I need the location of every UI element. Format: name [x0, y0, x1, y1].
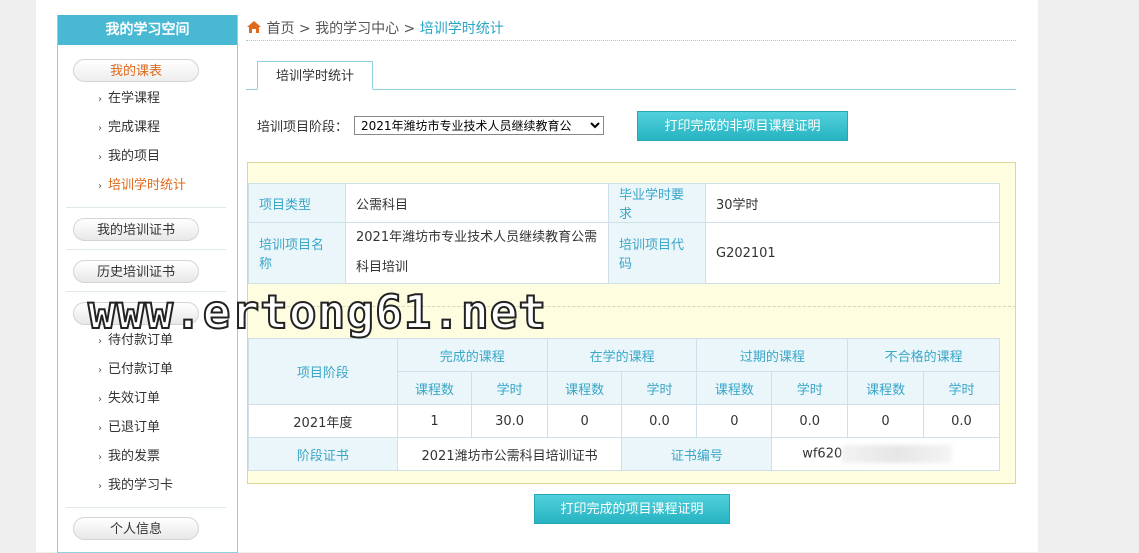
table-cell: 0.0: [771, 404, 849, 438]
sidebar-item-paid[interactable]: › 已付款订单: [98, 361, 173, 380]
table-cell: 1: [396, 404, 473, 438]
sidebar-item-projects[interactable]: › 我的项目: [98, 148, 160, 167]
sub-count: 课程数: [396, 371, 473, 405]
sidebar-item-study-card[interactable]: › 我的学习卡: [98, 477, 173, 496]
table-cell: 0: [847, 404, 924, 438]
cert-no-label: 证书编号: [621, 437, 773, 471]
stats-table: 项目阶段 完成的课程 在学的课程 过期的课程 不合格的课程 课程数 学时 课程数…: [248, 338, 1001, 471]
project-code-label: 培训项目代码: [608, 222, 706, 284]
group-failed: 不合格的课程: [847, 338, 1000, 372]
sidebar-title: 我的学习空间: [58, 15, 237, 45]
sidebar-section-history[interactable]: 历史培训证书: [73, 260, 199, 283]
sidebar-divider: [66, 507, 226, 508]
table-cell: 0: [696, 404, 773, 438]
required-hours-label: 毕业学时要求: [608, 183, 706, 223]
sub-count: 课程数: [847, 371, 924, 405]
table-cell: 30.0: [471, 404, 548, 438]
stage-label: 培训项目阶段：: [257, 120, 349, 135]
table-cell: 0.0: [922, 404, 1001, 438]
breadcrumb-home[interactable]: 首页: [266, 21, 294, 37]
chevron-right-icon: ›: [98, 423, 102, 434]
sidebar-item-refunded[interactable]: › 已退订单: [98, 419, 160, 438]
sidebar: 我的学习空间 我的课表 › 在学课程 › 完成课程 › 我的项目 › 培训学时统计 我的…: [57, 15, 238, 553]
sub-count: 课程数: [546, 371, 623, 405]
cert-no-value: wf620: [802, 446, 843, 462]
group-studying: 在学的课程: [546, 338, 698, 372]
project-code-value: G202101: [705, 222, 1000, 284]
print-non-project-button[interactable]: 打印完成的非项目课程证明: [637, 111, 848, 141]
breadcrumb-current: 培训学时统计: [419, 21, 504, 37]
sidebar-item-invoice[interactable]: › 我的发票: [98, 448, 160, 467]
home-icon: [247, 21, 261, 33]
project-name-label: 培训项目名称: [248, 222, 346, 284]
cert-label: 阶段证书: [248, 437, 398, 471]
table-row: 2021年度 1 30.0 0 0.0 0 0.0 0 0.0: [248, 404, 1001, 438]
sidebar-section-personal[interactable]: 个人信息: [73, 517, 199, 540]
project-info-table: 项目类型 公需科目 毕业学时要求 30学时 培训项目名称 2021年潍坊市专业技…: [248, 183, 1000, 284]
chevron-right-icon: ›: [98, 94, 102, 105]
page: 我的学习空间 我的课表 › 在学课程 › 完成课程 › 我的项目 › 培训学时统计 我的…: [36, 0, 1038, 553]
chevron-right-icon: ›: [98, 365, 102, 376]
redacted-blur: [842, 445, 953, 463]
project-type-label: 项目类型: [248, 183, 346, 223]
sidebar-section-cert[interactable]: 我的培训证书: [73, 218, 199, 241]
chevron-right-icon: ›: [98, 481, 102, 492]
table-cell: 0: [546, 404, 623, 438]
sidebar-item-studying[interactable]: › 在学课程: [98, 90, 160, 109]
sidebar-section-schedule[interactable]: 我的课表: [73, 59, 199, 82]
group-expired: 过期的课程: [696, 338, 849, 372]
sub-hours: 学时: [621, 371, 698, 405]
sub-hours: 学时: [922, 371, 1001, 405]
table-cell: 0.0: [621, 404, 698, 438]
sidebar-item-invalid[interactable]: › 失效订单: [98, 390, 160, 409]
watermark-text: www.ertong61.net: [87, 284, 548, 340]
chevron-right-icon: ›: [98, 152, 102, 163]
breadcrumb: 首页 > 我的学习中心 > 培训学时统计: [246, 18, 1016, 41]
sidebar-item-completed[interactable]: › 完成课程: [98, 119, 160, 138]
stage-header: 项目阶段: [248, 338, 398, 405]
cert-value: 2021潍坊市公需科目培训证书: [396, 437, 623, 471]
chevron-right-icon: ›: [98, 394, 102, 405]
tab-hours-stats[interactable]: 培训学时统计: [257, 61, 373, 90]
chevron-right-icon: ›: [98, 181, 102, 192]
chevron-right-icon: ›: [98, 452, 102, 463]
sub-hours: 学时: [771, 371, 849, 405]
group-completed: 完成的课程: [396, 338, 548, 372]
breadcrumb-sep: >: [298, 21, 311, 37]
required-hours-value: 30学时: [705, 183, 1000, 223]
stage-value: 2021年度: [248, 404, 398, 438]
stage-select[interactable]: 2021年潍坊市专业技术人员继续教育公: [354, 116, 604, 135]
cert-no-cell: wf620: [771, 437, 1000, 471]
sub-count: 课程数: [696, 371, 773, 405]
project-name-value: 2021年潍坊市专业技术人员继续教育公需科目培训: [345, 222, 609, 284]
sidebar-divider: [66, 207, 226, 208]
project-type-value: 公需科目: [345, 183, 609, 223]
sub-hours: 学时: [471, 371, 548, 405]
breadcrumb-learning-center[interactable]: 我的学习中心: [315, 21, 399, 37]
sidebar-divider: [66, 249, 226, 250]
sidebar-item-hours-stats[interactable]: › 培训学时统计: [98, 177, 186, 196]
chevron-right-icon: ›: [98, 123, 102, 134]
print-project-button[interactable]: 打印完成的项目课程证明: [534, 494, 730, 524]
breadcrumb-sep: >: [403, 21, 416, 37]
